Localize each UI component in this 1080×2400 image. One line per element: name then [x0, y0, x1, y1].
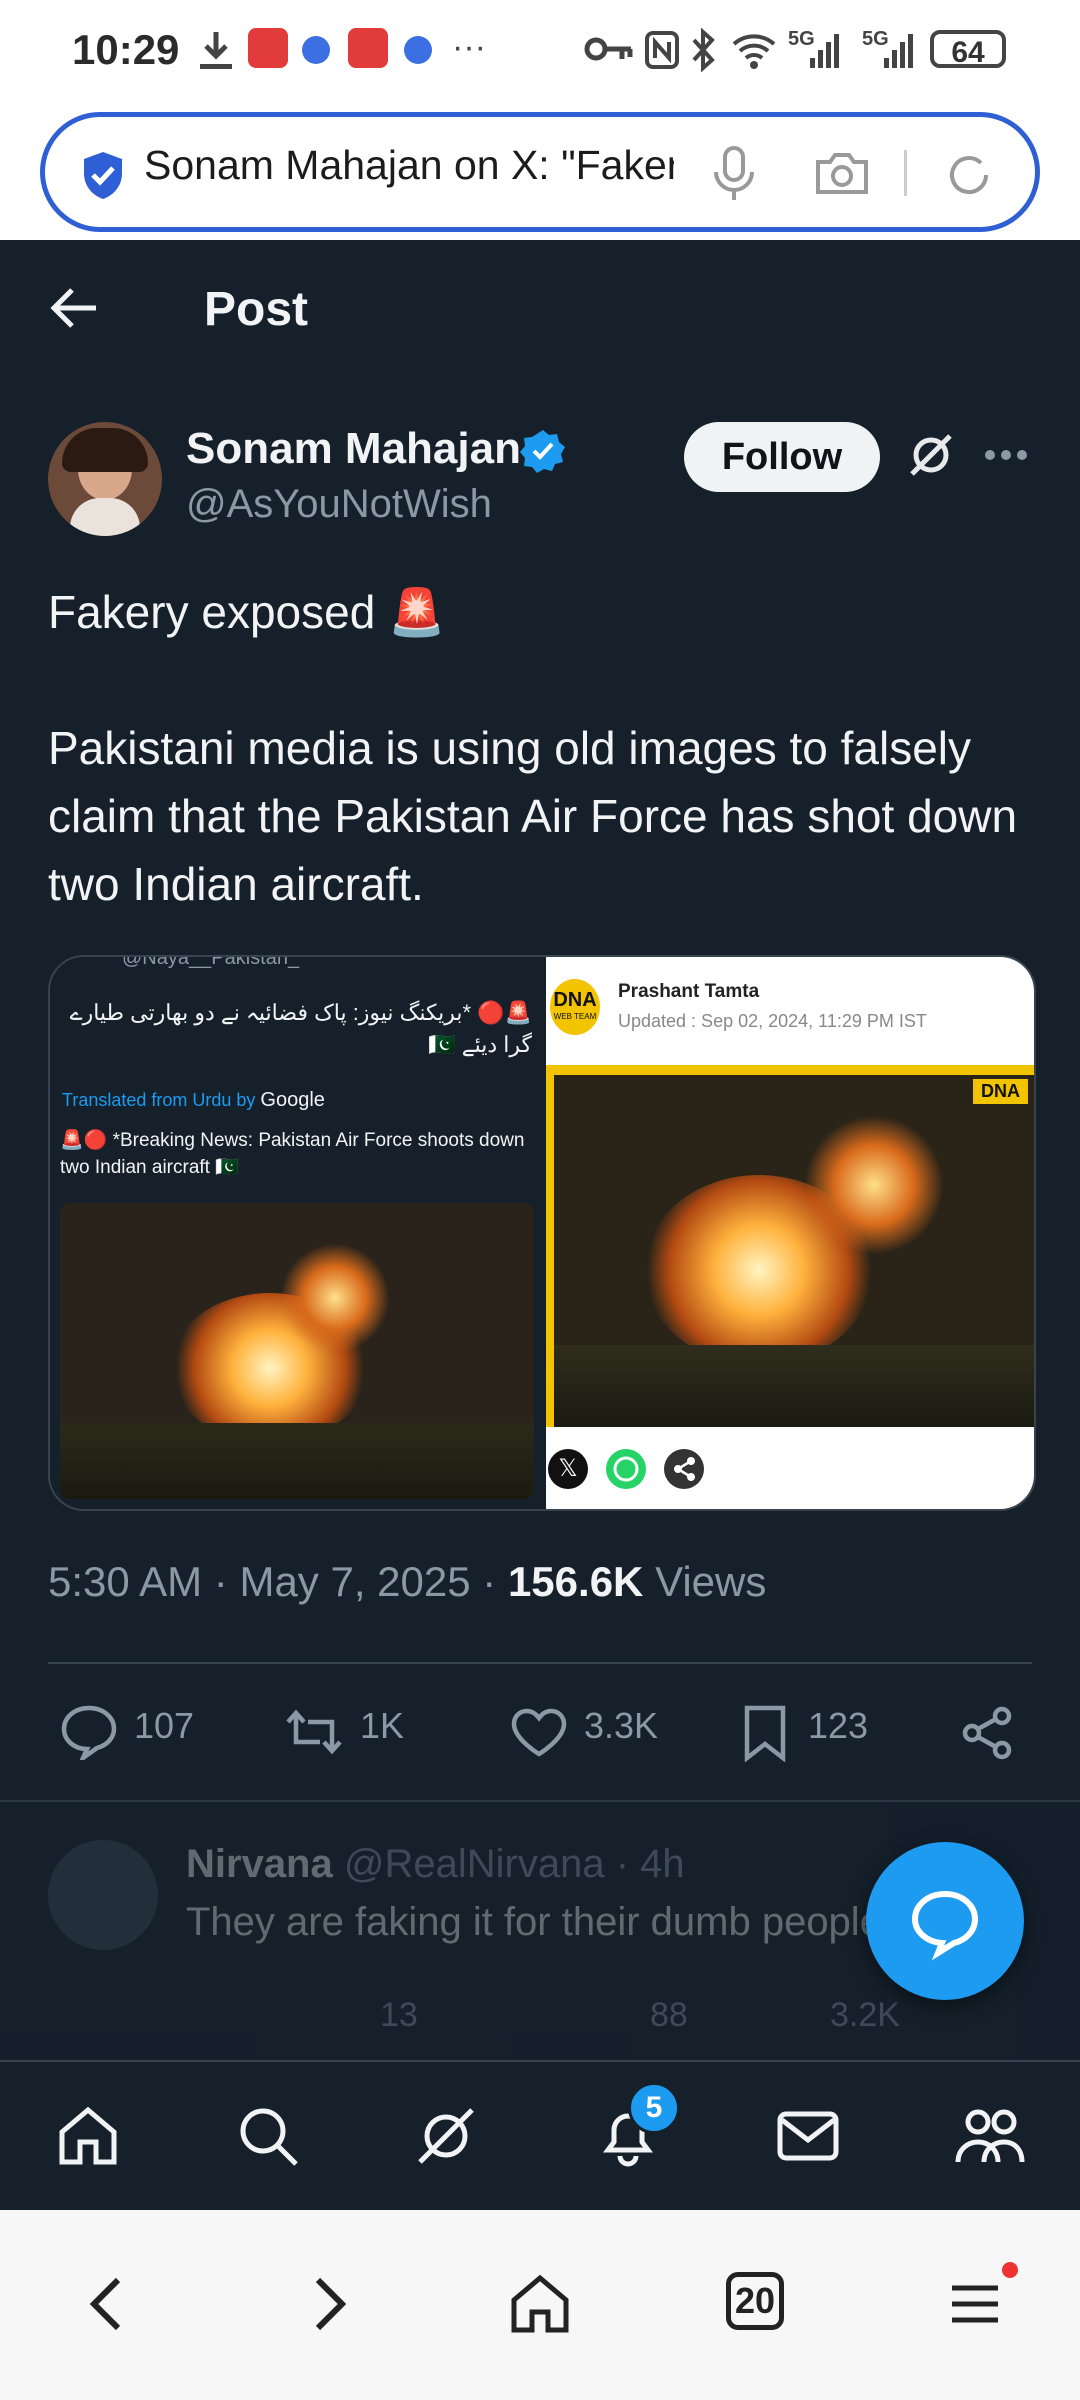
dna-logo-text: DNA — [553, 989, 597, 1011]
views-label[interactable]: Views — [655, 1558, 766, 1605]
repost-icon[interactable] — [282, 1708, 346, 1761]
reply-count-3: 3.2K — [830, 1996, 900, 2034]
translated-prefix: Translated from Urdu by — [62, 1090, 256, 1110]
messages-icon[interactable] — [776, 2108, 840, 2169]
back-icon[interactable] — [86, 2276, 126, 2337]
reply-count[interactable]: 107 — [134, 1705, 194, 1747]
author-name[interactable]: Sonam Mahajan — [186, 424, 521, 474]
reply-avatar — [48, 1840, 158, 1950]
dna-watermark: DNA — [973, 1079, 1028, 1104]
url-text[interactable]: Sonam Mahajan on X: "Fakery exposed — [144, 142, 674, 202]
reply-author: Nirvana @RealNirvana · 4h — [186, 1842, 685, 1887]
post-text: Fakery exposed 🚨 Pakistani media is usin… — [48, 578, 1038, 918]
bluetooth-icon — [690, 27, 718, 77]
battery-indicator: 64 — [930, 30, 1006, 69]
compose-reply-button[interactable] — [866, 1842, 1024, 2000]
bookmark-count[interactable]: 123 — [808, 1705, 868, 1747]
dna-logo: DNA WEB TEAM — [550, 979, 600, 1035]
status-bar: 10:29 ··· 5G 5G 64 — [0, 0, 1080, 105]
verified-badge-icon — [520, 428, 566, 479]
dna-logo-sub: WEB TEAM — [553, 1012, 597, 1021]
meta-separator: · — [213, 1558, 228, 1605]
communities-icon[interactable] — [954, 2104, 1026, 2173]
post-meta: 5:30 AM · May 7, 2025 · 156.6K Views — [48, 1558, 766, 1606]
forward-icon[interactable] — [310, 2276, 350, 2337]
browser-home-icon[interactable] — [508, 2272, 572, 2339]
app-notification-icon — [348, 28, 388, 68]
like-count[interactable]: 3.3K — [584, 1705, 658, 1747]
share-icon[interactable] — [960, 1706, 1014, 1765]
share-icon — [664, 1449, 704, 1489]
notifications-badge: 5 — [628, 2082, 680, 2134]
status-time: 10:29 — [72, 26, 180, 73]
bookmark-icon[interactable] — [742, 1704, 788, 1767]
reply-handle: @RealNirvana · 4h — [343, 1842, 685, 1886]
app-notification-icon — [302, 36, 330, 64]
burning-aircraft-image — [60, 1203, 534, 1499]
repost-count[interactable]: 1K — [360, 1705, 404, 1747]
translated-text: 🚨🔴 *Breaking News: Pakistan Air Force sh… — [60, 1130, 525, 1178]
app-notification-icon — [248, 28, 288, 68]
burning-aircraft-image: DNA — [546, 1065, 1034, 1427]
meta-separator: · — [482, 1558, 497, 1605]
whatsapp-share-icon — [606, 1449, 646, 1489]
like-icon[interactable] — [510, 1708, 568, 1763]
menu-notification-dot — [1002, 2262, 1018, 2278]
media-left-panel[interactable]: @Naya__Pakistan_ 🚨🔴 *بریکنگ نیوز: پاک فض… — [50, 957, 546, 1509]
camera-search-icon[interactable] — [814, 150, 870, 201]
post-media[interactable]: @Naya__Pakistan_ 🚨🔴 *بریکنگ نیوز: پاک فض… — [48, 955, 1036, 1511]
follow-button[interactable]: Follow — [684, 422, 880, 492]
url-divider — [904, 150, 907, 196]
divider — [48, 1662, 1032, 1664]
bottom-tab-bar — [0, 2060, 1080, 2212]
tabs-count-button[interactable]: 20 — [726, 2272, 784, 2330]
home-icon[interactable] — [56, 2104, 120, 2173]
download-icon — [196, 28, 236, 81]
x-share-icon: 𝕏 — [548, 1449, 588, 1489]
reply-name: Nirvana — [186, 1842, 333, 1886]
more-options-icon[interactable] — [984, 448, 1028, 467]
back-arrow-icon[interactable] — [48, 286, 100, 335]
media-right-panel[interactable]: DNA WEB TEAM Prashant Tamta Updated : Se… — [546, 957, 1034, 1509]
post-body: Pakistani media is using old images to f… — [48, 722, 1018, 910]
source-handle: @Naya__Pakistan_ — [122, 955, 300, 969]
reply-icon[interactable] — [60, 1704, 118, 1765]
reply-count-2: 88 — [650, 1996, 688, 2034]
post-date: May 7, 2025 — [239, 1558, 471, 1605]
reply-count-1: 13 — [380, 1996, 418, 2034]
app-notification-icon — [404, 36, 432, 64]
voice-search-icon[interactable] — [712, 146, 756, 207]
secure-shield-icon — [80, 150, 126, 205]
wifi-icon — [730, 30, 778, 75]
author-handle[interactable]: @AsYouNotWish — [186, 482, 492, 527]
post-time: 5:30 AM — [48, 1558, 203, 1605]
grok-icon[interactable] — [906, 430, 956, 485]
nfc-icon — [644, 30, 680, 75]
google-brand: Google — [260, 1089, 325, 1111]
post-line-1: Fakery exposed 🚨 — [48, 586, 446, 638]
page-title: Post — [204, 283, 309, 336]
reply-text: They are faking it for their dumb people — [186, 1900, 882, 1944]
menu-icon[interactable] — [950, 2282, 1000, 2331]
views-count[interactable]: 156.6K — [508, 1558, 643, 1605]
grok-icon[interactable] — [414, 2104, 478, 2173]
search-icon[interactable] — [236, 2104, 300, 2173]
avatar[interactable] — [48, 422, 162, 536]
article-author: Prashant Tamta — [618, 981, 760, 1002]
more-notifications-icon: ··· — [452, 28, 486, 66]
translated-label: Translated from Urdu by Google — [62, 1089, 325, 1112]
urdu-text: 🚨🔴 *بریکنگ نیوز: پاک فضائیہ نے دو بھارتی… — [69, 1000, 532, 1057]
reload-icon[interactable] — [944, 150, 994, 205]
article-updated: Updated : Sep 02, 2024, 11:29 PM IST — [618, 1011, 927, 1031]
key-icon — [584, 34, 634, 69]
